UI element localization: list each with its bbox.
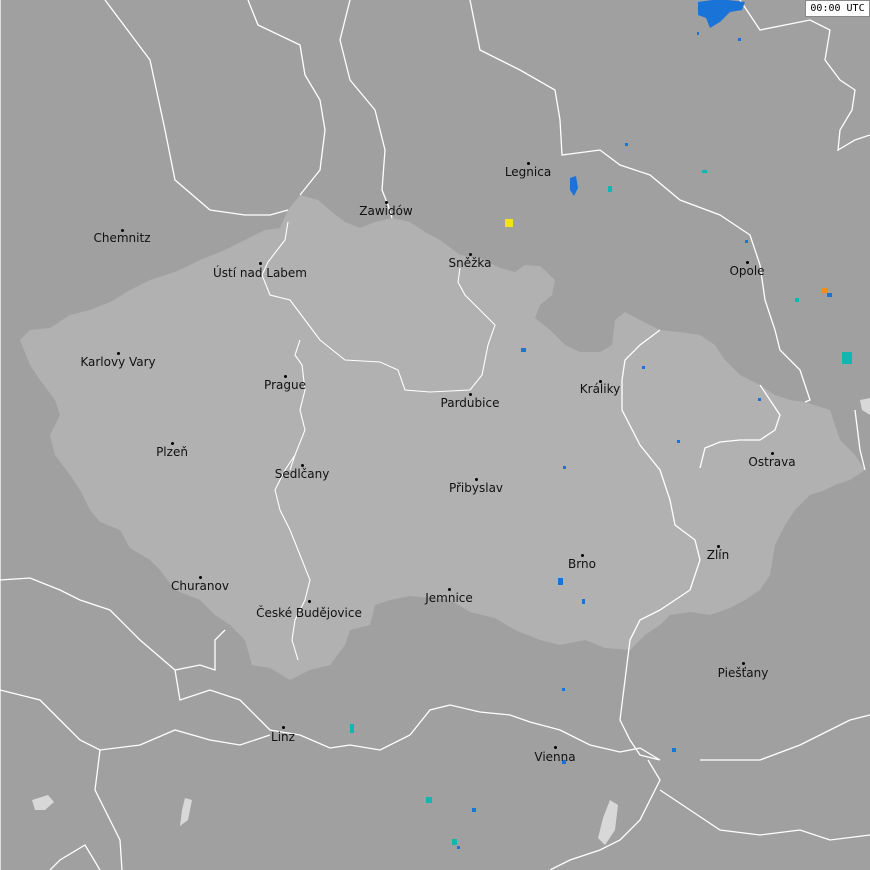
city-marker bbox=[259, 262, 262, 265]
strike bbox=[563, 466, 566, 469]
city-label-prague: Prague bbox=[264, 378, 306, 392]
city-label-legnica: Legnica bbox=[504, 165, 552, 179]
city-label-vienna: Vienna bbox=[534, 750, 576, 764]
strike bbox=[558, 578, 563, 585]
lightning-map[interactable]: Chemnitz Zawidów Legnica Ústí nad Labem … bbox=[0, 0, 870, 870]
strike bbox=[582, 599, 585, 604]
strike bbox=[702, 170, 707, 173]
strike bbox=[625, 143, 628, 146]
strike bbox=[795, 298, 799, 302]
strike bbox=[608, 186, 612, 192]
strike bbox=[672, 748, 676, 752]
strike bbox=[472, 808, 476, 812]
strike bbox=[642, 366, 645, 369]
strike bbox=[758, 398, 761, 401]
city-label-linz: Linz bbox=[271, 730, 295, 744]
strike bbox=[426, 797, 432, 803]
city-label-snezka: Sněžka bbox=[448, 256, 492, 270]
map-canvas bbox=[0, 0, 870, 870]
city-label-zlin: Zlín bbox=[706, 548, 730, 562]
city-label-karlovy-vary: Karlovy Vary bbox=[80, 355, 156, 369]
city-label-opole: Opole bbox=[729, 264, 765, 278]
strike bbox=[562, 688, 565, 691]
city-label-piestany: Piešťany bbox=[717, 666, 769, 680]
strike bbox=[457, 846, 460, 849]
strike bbox=[677, 440, 680, 443]
strike bbox=[745, 240, 748, 243]
city-marker bbox=[308, 600, 311, 603]
strike bbox=[827, 293, 832, 297]
city-label-zawidow: Zawidów bbox=[359, 204, 413, 218]
strike bbox=[452, 839, 457, 845]
city-label-usti: Ústí nad Labem bbox=[212, 266, 308, 280]
city-marker bbox=[282, 726, 285, 729]
city-label-plzen: Plzeň bbox=[156, 445, 188, 459]
city-label-pribyslav: Přibyslav bbox=[448, 481, 504, 495]
city-label-brno: Brno bbox=[568, 557, 596, 571]
city-label-kraliky: Králiky bbox=[579, 382, 621, 396]
strike bbox=[738, 38, 741, 41]
city-label-churanov: Churanov bbox=[171, 579, 229, 593]
city-label-ostrava: Ostrava bbox=[748, 455, 796, 469]
strike bbox=[350, 724, 354, 733]
strike bbox=[842, 352, 852, 364]
city-label-chemnitz: Chemnitz bbox=[93, 231, 151, 245]
strike bbox=[521, 348, 526, 352]
city-label-pardubice: Pardubice bbox=[440, 396, 500, 410]
city-label-ceske-budejovice: České Budějovice bbox=[256, 606, 362, 620]
city-label-jemnice: Jemnice bbox=[425, 591, 473, 605]
strike bbox=[822, 288, 828, 293]
city-label-sedlcany: Sedlčany bbox=[274, 467, 330, 481]
strike bbox=[697, 32, 699, 35]
city-marker bbox=[554, 746, 557, 749]
city-marker bbox=[742, 662, 745, 665]
timestamp-label: 00:00 UTC bbox=[805, 0, 870, 17]
strike bbox=[505, 219, 513, 227]
